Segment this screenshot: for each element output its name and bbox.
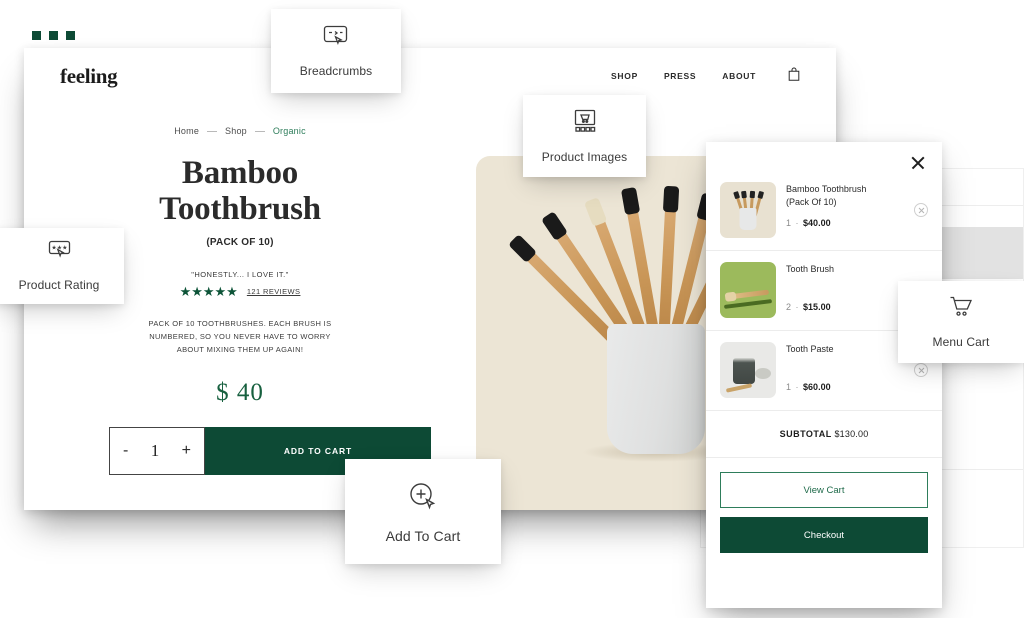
mini-cart-panel: Bamboo Toothbrush (Pack Of 10) 1 · $40.0… (706, 142, 942, 608)
star-rating-icon: ★★★★★ (179, 284, 238, 300)
cart-item-remove-icon[interactable] (914, 203, 928, 217)
site-logo[interactable]: feeling (60, 64, 118, 89)
cart-subtotal-label: SUBTOTAL (779, 429, 832, 439)
product-info-column: Home Shop Organic Bamboo Toothbrush (PAC… (24, 104, 456, 510)
cart-item: Bamboo Toothbrush (Pack Of 10) 1 · $40.0… (706, 171, 942, 251)
window-dots (32, 31, 75, 40)
cart-item-name[interactable]: Tooth Brush (786, 263, 902, 276)
shopping-cart-icon (948, 295, 975, 324)
green-toothbrush-thumbnail[interactable] (720, 262, 776, 318)
breadcrumbs-cursor-icon (323, 25, 350, 53)
cart-item-remove-icon[interactable] (914, 363, 928, 377)
cart-item-price: $60.00 (803, 382, 831, 393)
rating-stars-cursor-icon: ★★★ (46, 240, 73, 267)
plus-circle-cursor-icon (405, 480, 441, 517)
page-stage: feeling SHOP PRESS ABOUT Home Shop Organ… (0, 0, 1024, 618)
breadcrumb: Home Shop Organic (174, 126, 306, 136)
window-dot-2 (49, 31, 58, 40)
callout-breadcrumbs[interactable]: Breadcrumbs (271, 9, 401, 93)
breadcrumb-separator (207, 130, 218, 132)
toothpaste-jar-thumbnail[interactable] (720, 342, 776, 398)
cart-item-price: $40.00 (803, 218, 831, 229)
product-price: $ 40 (216, 378, 264, 406)
breadcrumb-item-shop[interactable]: Shop (225, 126, 247, 136)
quantity-increment-button[interactable]: + (182, 443, 191, 459)
shopping-bag-icon[interactable] (788, 67, 800, 86)
toothbrush-cup-thumbnail[interactable] (720, 182, 776, 238)
product-title-line-1: Bamboo (181, 155, 299, 191)
callout-menu-cart[interactable]: Menu Cart (898, 281, 1024, 363)
cart-item-separator: · (795, 302, 799, 313)
cart-item-qty: 1 (786, 218, 792, 229)
cart-item-price: $15.00 (803, 302, 831, 313)
cart-item-variant: (Pack Of 10) (786, 197, 837, 208)
review-quote: "HONESTLY... I LOVE IT." (191, 270, 289, 280)
breadcrumb-separator (254, 130, 265, 132)
cart-actions: View Cart Checkout (706, 458, 942, 567)
nav-item-press[interactable]: PRESS (664, 71, 696, 81)
quantity-decrement-button[interactable]: - (123, 443, 128, 459)
main-nav: SHOP PRESS ABOUT (611, 67, 800, 86)
callout-label: Add To Cart (385, 527, 461, 544)
nav-item-about[interactable]: ABOUT (722, 71, 756, 81)
site-header: feeling SHOP PRESS ABOUT (24, 48, 836, 104)
cart-item-separator: · (795, 218, 799, 229)
callout-add-to-cart[interactable]: Add To Cart (345, 459, 501, 564)
cart-item-meta: 2 · $15.00 (786, 302, 902, 312)
close-icon[interactable] (910, 155, 926, 171)
cart-item-meta: 1 · $40.00 (786, 218, 902, 228)
breadcrumb-item-organic[interactable]: Organic (273, 126, 306, 136)
cart-item-name[interactable]: Bamboo Toothbrush (786, 183, 902, 196)
callout-label: Breadcrumbs (299, 63, 373, 78)
checkout-button[interactable]: Checkout (720, 517, 928, 553)
cart-item-meta: 1 · $60.00 (786, 382, 902, 392)
cart-subtotal-value: $130.00 (834, 429, 869, 439)
product-subtitle: (PACK OF 10) (206, 237, 274, 249)
window-dot-3 (66, 31, 75, 40)
product-title-line-2: Toothbrush (159, 190, 321, 227)
page-title: Bamboo Toothbrush (159, 155, 321, 227)
cart-subtotal: SUBTOTAL $130.00 (706, 411, 942, 458)
callout-product-rating[interactable]: ★★★ Product Rating (0, 228, 124, 304)
callout-label: Menu Cart (932, 335, 990, 349)
window-dot-1 (32, 31, 41, 40)
callout-label: Product Images (541, 149, 628, 164)
quantity-value: 1 (150, 441, 160, 460)
reviews-link[interactable]: 121 REVIEWS (247, 287, 301, 296)
view-cart-button[interactable]: View Cart (720, 472, 928, 508)
callout-label: Product Rating (18, 278, 100, 292)
product-rating: ★★★★★ 121 REVIEWS (180, 285, 301, 298)
nav-item-shop[interactable]: SHOP (611, 71, 638, 81)
gallery-cart-icon (571, 109, 599, 139)
breadcrumb-item-home[interactable]: Home (174, 126, 199, 136)
callout-product-images[interactable]: Product Images (523, 95, 646, 177)
cart-item-name[interactable]: Tooth Paste (786, 343, 902, 356)
cart-item-qty: 1 (786, 382, 792, 393)
cart-item-separator: · (795, 382, 799, 393)
product-description: PACK OF 10 TOOTHBRUSHES. EACH BRUSH IS N… (148, 319, 332, 355)
cart-item-qty: 2 (786, 302, 792, 313)
quantity-stepper[interactable]: - 1 + (109, 427, 205, 475)
